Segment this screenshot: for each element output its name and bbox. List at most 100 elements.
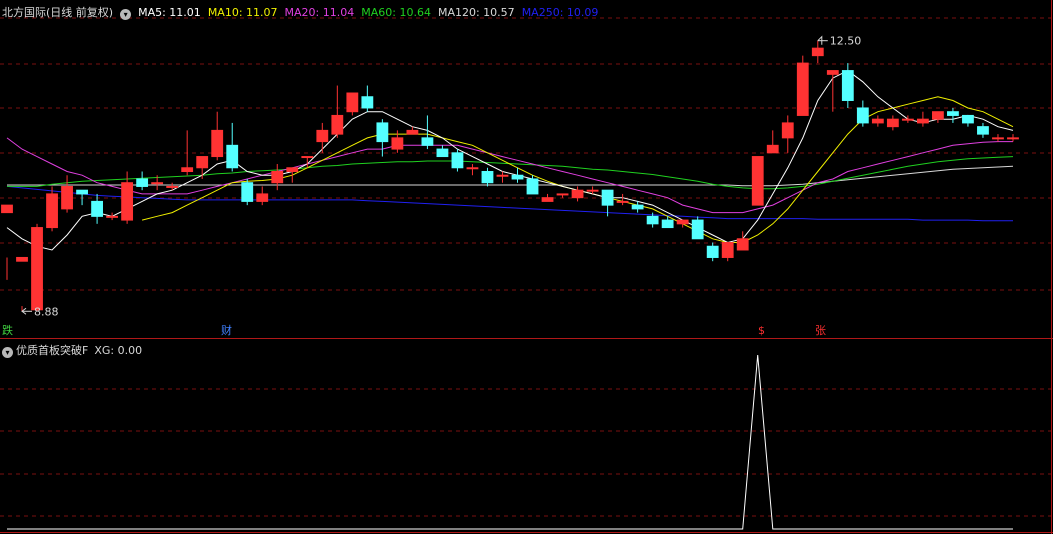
candle	[541, 193, 554, 202]
candle-body-down	[76, 189, 88, 195]
candle	[766, 130, 779, 154]
xg-signal-line	[7, 354, 1013, 530]
candle-body-up	[391, 137, 404, 150]
candle	[886, 115, 899, 131]
candle-body-up	[166, 185, 179, 188]
candle-body-up	[331, 114, 344, 135]
ma10-line	[141, 96, 1014, 243]
candle-body-up	[992, 137, 1004, 140]
candle	[706, 242, 719, 262]
candle	[241, 178, 254, 206]
candle	[181, 130, 194, 176]
candle-body-down	[526, 178, 539, 195]
candle-body-up	[1007, 137, 1019, 140]
candle-body-down	[376, 122, 389, 143]
candle	[451, 149, 464, 172]
candle-body-down	[601, 189, 614, 206]
candle-body-up	[256, 193, 269, 202]
candle-body-up	[616, 200, 629, 203]
candle	[211, 111, 224, 161]
candle	[947, 107, 959, 123]
sub-indicator-menu-button[interactable]: ▾	[2, 347, 13, 358]
candle-body-down	[451, 152, 464, 169]
candle-body-down	[856, 107, 869, 124]
candle	[721, 242, 734, 262]
period-adjust-label: (日线 前复权)	[46, 6, 114, 19]
candle	[932, 111, 944, 123]
candle-body-up	[271, 171, 284, 184]
candle-body-up	[811, 47, 824, 57]
candle	[676, 219, 689, 228]
main-candle-plot[interactable]	[1, 35, 1019, 315]
candle-body-up	[886, 118, 899, 128]
candle	[436, 145, 449, 158]
candle	[556, 193, 569, 198]
candle	[16, 256, 28, 312]
candle-body-up	[151, 182, 164, 185]
candle	[226, 122, 239, 172]
candle-body-up	[586, 189, 599, 192]
candle-body-up	[541, 197, 554, 202]
ma-indicator-3: MA60: 10.64	[361, 6, 431, 19]
candle-body-up	[61, 185, 73, 210]
candle	[361, 85, 374, 112]
candle-body-up	[676, 219, 689, 225]
high-price-label: 12.50	[830, 35, 862, 48]
candle	[481, 167, 494, 187]
kline-chart-canvas[interactable]: 12.50 8.88	[0, 0, 1053, 534]
candle-body-up	[181, 167, 194, 172]
candle-body-down	[511, 174, 524, 180]
candle-body-down	[977, 126, 989, 135]
event-marker-die[interactable]: 跌	[2, 325, 13, 337]
candle-body-up	[751, 156, 764, 206]
candle-body-up	[901, 118, 914, 121]
event-marker-zhang[interactable]: 张	[815, 325, 826, 337]
candle-body-down	[661, 219, 674, 229]
candle-body-up	[466, 167, 479, 170]
candle-body-up	[556, 193, 569, 196]
candle-body-up	[316, 129, 329, 143]
ma-indicator-0: MA5: 11.01	[138, 6, 201, 19]
main-header: 北方国际(日线 前复权) ▾ MA5: 11.01 MA10: 11.07 MA20: …	[2, 4, 605, 20]
sub-indicator-name: 优质首板突破F	[16, 344, 89, 357]
candle	[331, 85, 344, 138]
candle-body-up	[406, 129, 419, 135]
candle-body-up	[571, 189, 584, 199]
candle	[571, 186, 584, 202]
candle	[691, 216, 704, 240]
candle-body-down	[421, 137, 434, 146]
candle-body-up	[496, 174, 509, 177]
candle-body-up	[916, 118, 929, 124]
candle	[31, 223, 43, 312]
candle	[316, 122, 329, 153]
candle-body-down	[436, 148, 449, 158]
xg-indicator-plot[interactable]	[7, 354, 1013, 530]
candle	[256, 186, 269, 206]
event-marker-cai[interactable]: 财	[221, 325, 232, 337]
event-marker-dollar[interactable]: $	[758, 325, 765, 337]
candle-body-up	[796, 62, 809, 116]
candle-body-down	[947, 111, 959, 116]
candle-body-up	[766, 144, 779, 154]
candle-body-down	[646, 215, 659, 225]
candle-body-up	[31, 227, 43, 311]
ma-indicator-1: MA10: 11.07	[207, 6, 278, 19]
grid-lines	[0, 0, 1053, 534]
candle	[466, 164, 479, 176]
indicator-menu-button[interactable]: ▾	[120, 9, 132, 20]
candle	[76, 189, 88, 206]
candle-body-down	[631, 204, 644, 210]
candle	[91, 193, 103, 224]
candle	[992, 134, 1004, 142]
candle	[841, 63, 854, 108]
candle-body-up	[1, 204, 13, 214]
candle-body-up	[826, 70, 839, 75]
candle	[46, 186, 58, 232]
xg-value: XG: 0.00	[94, 344, 143, 357]
candle-body-down	[962, 114, 974, 124]
ma-indicator-list: MA5: 11.01 MA10: 11.07 MA20: 11.04 MA60: 10…	[138, 6, 605, 19]
candle-body-down	[226, 144, 239, 169]
candle-body-up	[121, 182, 134, 221]
candle	[496, 171, 509, 183]
candle-body-up	[211, 129, 224, 158]
